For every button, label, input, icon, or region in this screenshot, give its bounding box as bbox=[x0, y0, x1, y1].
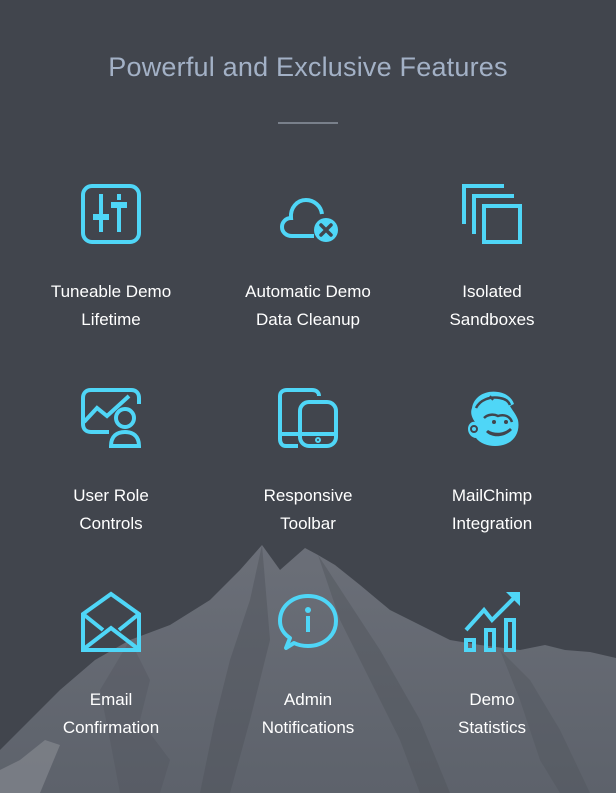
feature-label: Tuneable Demo Lifetime bbox=[50, 282, 172, 329]
mailchimp-icon bbox=[468, 391, 519, 446]
feature-mailchimp-integration: MailChimp Integration bbox=[397, 386, 587, 538]
feature-admin-notifications: Admin Notifications bbox=[213, 590, 403, 742]
feature-label: MailChimp Integration bbox=[451, 486, 533, 533]
feature-label: Isolated Sandboxes bbox=[449, 282, 535, 329]
user-chart-icon bbox=[81, 388, 142, 448]
info-bubble-icon bbox=[278, 594, 338, 650]
features-page: Powerful and Exclusive Features Tuneable… bbox=[0, 0, 616, 793]
feature-email-confirmation: Email Confirmation bbox=[16, 590, 206, 742]
sliders-icon bbox=[81, 184, 141, 244]
growth-chart-icon bbox=[464, 592, 520, 652]
open-envelope-icon bbox=[81, 591, 141, 652]
feature-label: User Role Controls bbox=[73, 486, 149, 533]
feature-user-role-controls: User Role Controls bbox=[16, 386, 206, 538]
tablet-phone-icon bbox=[278, 388, 338, 448]
features-grid: Tuneable Demo Lifetime Automatic Demo Da… bbox=[0, 0, 616, 793]
feature-label: Email Confirmation bbox=[62, 690, 160, 737]
feature-label: Demo Statistics bbox=[457, 690, 527, 737]
feature-automatic-demo-data-cleanup: Automatic Demo Data Cleanup bbox=[213, 182, 403, 334]
feature-demo-statistics: Demo Statistics bbox=[397, 590, 587, 742]
feature-isolated-sandboxes: Isolated Sandboxes bbox=[397, 182, 587, 334]
feature-responsive-toolbar: Responsive Toolbar bbox=[213, 386, 403, 538]
feature-label: Automatic Demo Data Cleanup bbox=[245, 282, 371, 329]
cloud-remove-icon bbox=[279, 197, 338, 242]
feature-tuneable-demo-lifetime: Tuneable Demo Lifetime bbox=[16, 182, 206, 334]
feature-label: Responsive Toolbar bbox=[263, 486, 353, 533]
feature-label: Admin Notifications bbox=[261, 690, 355, 737]
stacked-squares-icon bbox=[462, 184, 522, 244]
